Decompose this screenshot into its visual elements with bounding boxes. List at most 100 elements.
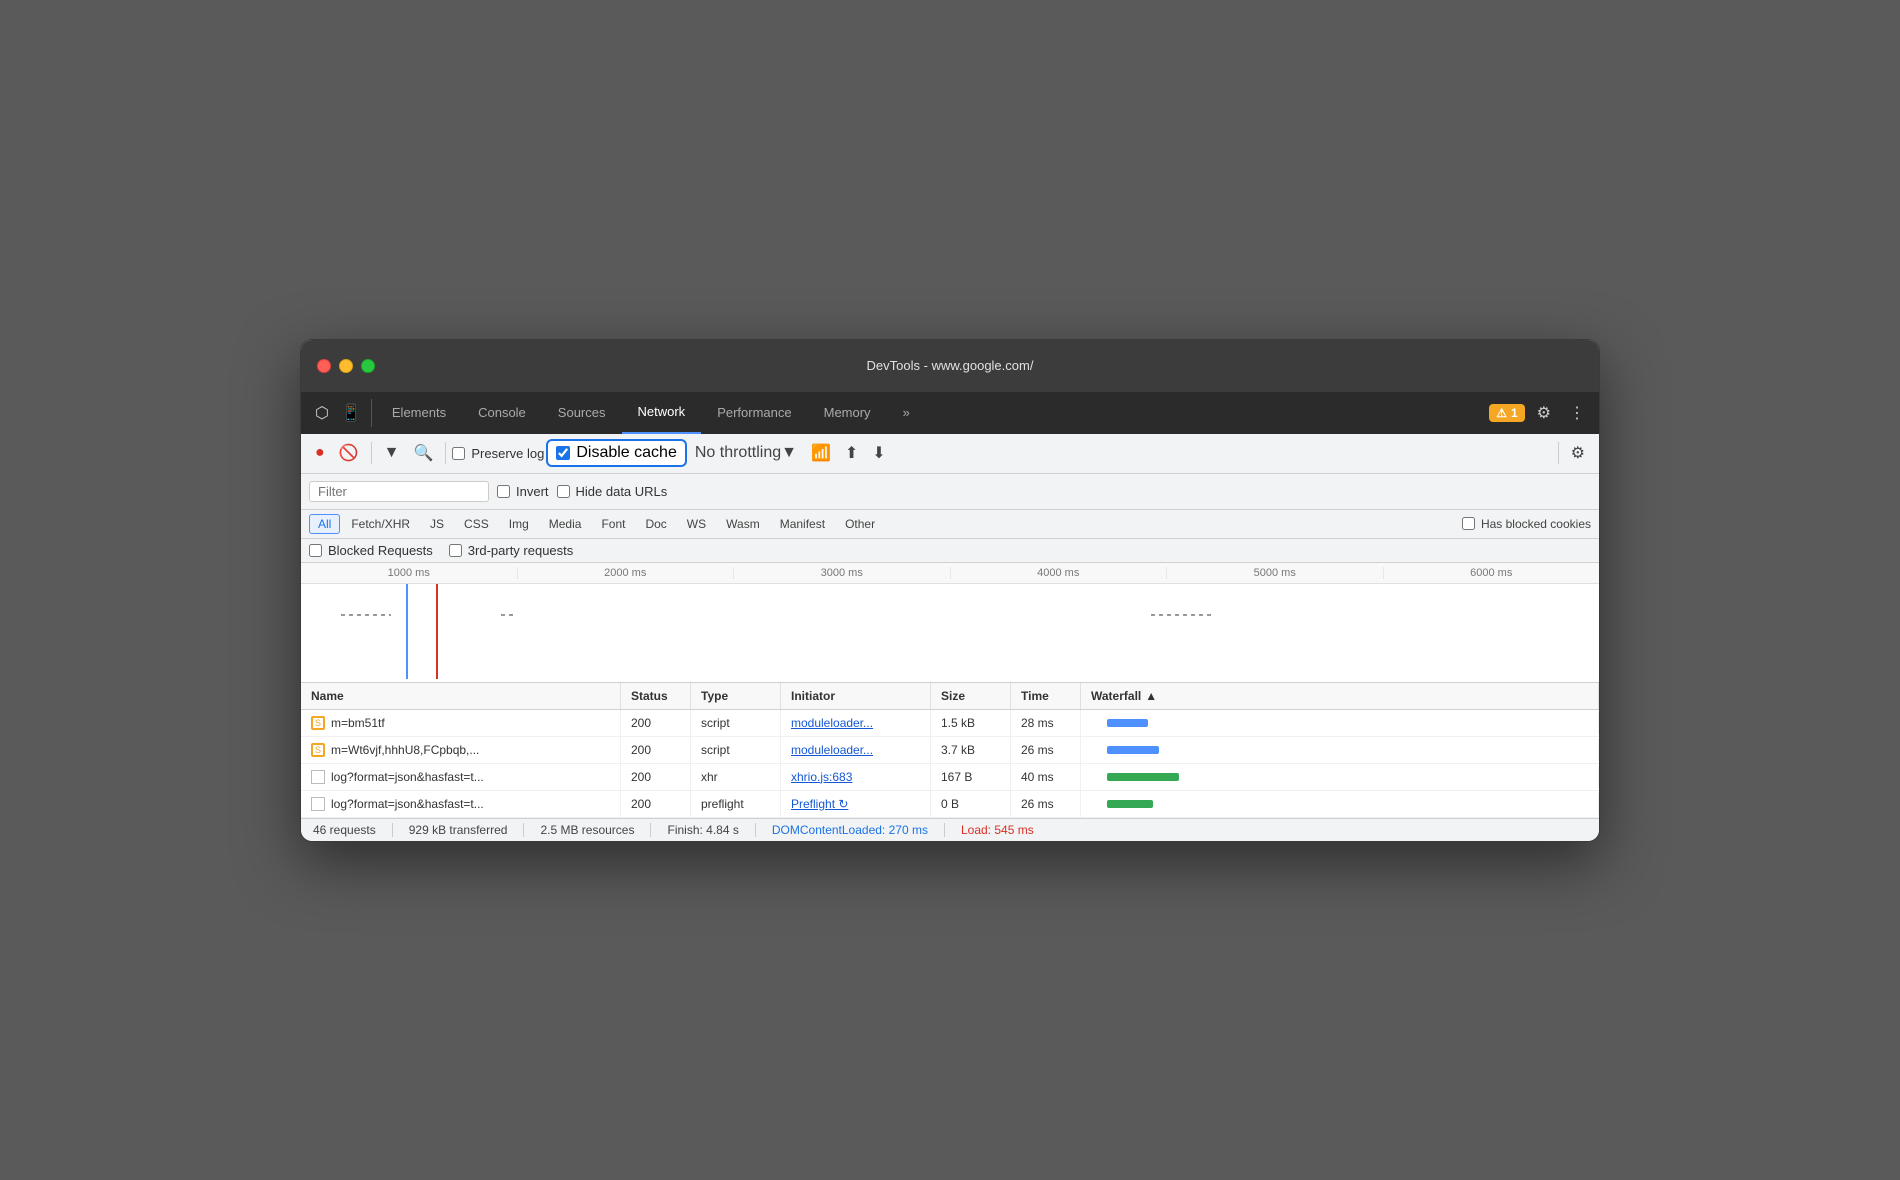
th-waterfall[interactable]: Waterfall ▲ — [1081, 683, 1599, 709]
th-type[interactable]: Type — [691, 683, 781, 709]
blocked-requests-label[interactable]: Blocked Requests — [309, 543, 433, 558]
table-header: Name Status Type Initiator Size Time Wat… — [301, 683, 1599, 710]
third-party-checkbox[interactable] — [449, 544, 462, 557]
th-status[interactable]: Status — [621, 683, 691, 709]
clear-icon: 🚫 — [339, 443, 359, 463]
th-name[interactable]: Name — [301, 683, 621, 709]
online-status-icon[interactable]: 📶 — [805, 439, 837, 467]
filter-manifest[interactable]: Manifest — [771, 514, 834, 534]
filter-input[interactable] — [309, 481, 489, 502]
td-initiator-3[interactable]: xhrio.js:683 — [781, 764, 931, 790]
td-initiator-1[interactable]: moduleloader... — [781, 710, 931, 736]
td-size-1: 1.5 kB — [931, 710, 1011, 736]
table-row[interactable]: log?format=json&hasfast=t... 200 xhr xhr… — [301, 764, 1599, 791]
third-party-label[interactable]: 3rd-party requests — [449, 543, 574, 558]
filter-font[interactable]: Font — [592, 514, 634, 534]
load-label: Load: — [961, 823, 991, 837]
th-waterfall-label: Waterfall — [1091, 689, 1141, 703]
tab-console[interactable]: Console — [462, 392, 542, 434]
script-icon-2: S — [311, 743, 325, 757]
td-initiator-4[interactable]: Preflight ↻ — [781, 791, 931, 817]
filter-fetch-xhr[interactable]: Fetch/XHR — [342, 514, 419, 534]
td-status-4: 200 — [621, 791, 691, 817]
has-blocked-checkbox[interactable] — [1462, 517, 1475, 530]
invert-checkbox[interactable] — [497, 485, 510, 498]
hide-data-urls-checkbox[interactable] — [557, 485, 570, 498]
filter-doc[interactable]: Doc — [636, 514, 675, 534]
devtools-more-button[interactable]: ⋮ — [1563, 399, 1591, 427]
th-time[interactable]: Time — [1011, 683, 1081, 709]
preserve-log-checkbox[interactable] — [452, 447, 465, 460]
hide-data-urls-label[interactable]: Hide data URLs — [557, 484, 668, 499]
blocked-requests-text: Blocked Requests — [328, 543, 433, 558]
preserve-log-text: Preserve log — [471, 446, 544, 461]
throttle-select[interactable]: No throttling ▼ — [689, 440, 803, 466]
timeline-mark-1: 1000 ms — [301, 567, 517, 579]
tabs-bar: ⬡ 📱 Elements Console Sources Network Per… — [301, 392, 1599, 434]
upload-button[interactable]: ⬆ — [839, 439, 864, 467]
timeline-mark-5: 5000 ms — [1166, 567, 1383, 579]
upload-icon: ⬆ — [845, 443, 858, 463]
th-initiator[interactable]: Initiator — [781, 683, 931, 709]
blocked-requests-checkbox[interactable] — [309, 544, 322, 557]
timeline-chart[interactable] — [301, 584, 1599, 679]
td-name-1: S m=bm51tf — [301, 710, 621, 736]
record-icon: ● — [315, 444, 325, 462]
status-bar: 46 requests 929 kB transferred 2.5 MB re… — [301, 818, 1599, 841]
maximize-button[interactable] — [361, 359, 375, 373]
download-icon: ⬇ — [872, 443, 885, 463]
filter-media[interactable]: Media — [540, 514, 591, 534]
table-row[interactable]: S m=bm51tf 200 script moduleloader... 1.… — [301, 710, 1599, 737]
devtools-settings-button[interactable]: ⚙ — [1531, 399, 1557, 427]
notifications-badge[interactable]: ⚠ 1 — [1489, 404, 1524, 422]
filter-ws[interactable]: WS — [678, 514, 715, 534]
filter-js[interactable]: JS — [421, 514, 453, 534]
filter-all[interactable]: All — [309, 514, 340, 534]
network-toolbar: ● 🚫 ▼ 🔍 Preserve log Disable cache No th… — [301, 434, 1599, 474]
td-name-2: S m=Wt6vjf,hhhU8,FCpbqb,... — [301, 737, 621, 763]
close-button[interactable] — [317, 359, 331, 373]
download-button[interactable]: ⬇ — [866, 439, 891, 467]
td-size-4: 0 B — [931, 791, 1011, 817]
td-initiator-2[interactable]: moduleloader... — [781, 737, 931, 763]
waterfall-bar-2 — [1107, 746, 1159, 754]
filter-icon: ▼ — [384, 444, 400, 462]
network-settings-button[interactable]: ⚙ — [1565, 439, 1591, 467]
tab-performance[interactable]: Performance — [701, 392, 807, 434]
cursor-tool-icon[interactable]: ⬡ — [309, 399, 335, 427]
tab-elements[interactable]: Elements — [376, 392, 462, 434]
filter-wasm[interactable]: Wasm — [717, 514, 769, 534]
table-row[interactable]: log?format=json&hasfast=t... 200 preflig… — [301, 791, 1599, 818]
tab-separator — [371, 399, 372, 427]
record-button[interactable]: ● — [309, 440, 331, 466]
tab-memory[interactable]: Memory — [808, 392, 887, 434]
invert-label[interactable]: Invert — [497, 484, 549, 499]
filter-other[interactable]: Other — [836, 514, 884, 534]
invert-text: Invert — [516, 484, 549, 499]
dom-loaded-label: DOMContentLoaded: — [772, 823, 885, 837]
tab-network[interactable]: Network — [622, 392, 702, 434]
clear-button[interactable]: 🚫 — [333, 439, 365, 467]
has-blocked-label: Has blocked cookies — [1462, 517, 1591, 531]
filter-css[interactable]: CSS — [455, 514, 498, 534]
status-sep-4 — [755, 823, 756, 837]
tab-sources[interactable]: Sources — [542, 392, 622, 434]
xhr-icon-1 — [311, 770, 325, 784]
td-type-4: preflight — [691, 791, 781, 817]
requests-count: 46 requests — [313, 823, 376, 837]
preserve-log-label[interactable]: Preserve log — [452, 446, 544, 461]
tab-more[interactable]: » — [887, 392, 926, 434]
table-row[interactable]: S m=Wt6vjf,hhhU8,FCpbqb,... 200 script m… — [301, 737, 1599, 764]
disable-cache-text: Disable cache — [576, 444, 677, 462]
status-sep-1 — [392, 823, 393, 837]
search-button[interactable]: 🔍 — [407, 439, 439, 467]
filter-img[interactable]: Img — [500, 514, 538, 534]
td-size-2: 3.7 kB — [931, 737, 1011, 763]
disable-cache-checkbox[interactable] — [556, 446, 570, 460]
minimize-button[interactable] — [339, 359, 353, 373]
filter-toggle-button[interactable]: ▼ — [378, 440, 406, 466]
devtools-window: DevTools - www.google.com/ ⬡ 📱 Elements … — [300, 339, 1600, 842]
device-toggle-icon[interactable]: 📱 — [335, 399, 367, 427]
th-size[interactable]: Size — [931, 683, 1011, 709]
load-value: 545 ms — [994, 823, 1033, 837]
